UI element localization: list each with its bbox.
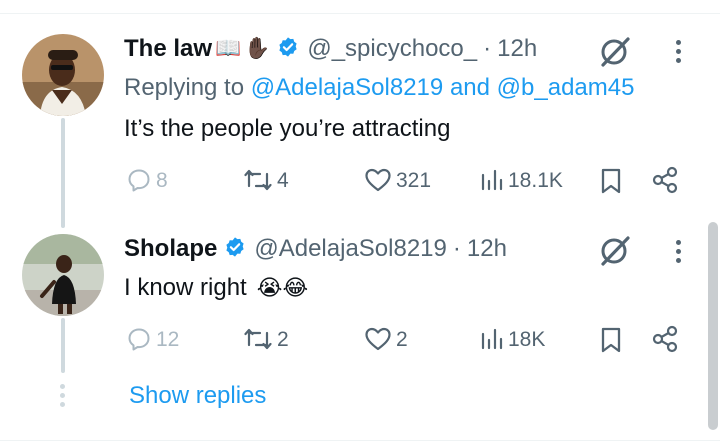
reply-button[interactable]: 8	[126, 167, 168, 193]
scrollbar[interactable]	[708, 222, 718, 430]
view-count: 18K	[508, 327, 546, 351]
tweet-text-content: I know right	[124, 274, 247, 301]
share-button[interactable]	[651, 325, 679, 353]
replying-prefix: Replying to	[124, 74, 245, 101]
more-icon[interactable]	[676, 40, 681, 63]
mention-link[interactable]: @AdelajaSol8219	[251, 74, 444, 101]
display-name[interactable]: Sholape	[124, 235, 217, 263]
user-handle[interactable]: @_spicychoco_	[307, 35, 477, 63]
thread-connector	[61, 318, 65, 373]
user-handle[interactable]: @AdelajaSol8219	[254, 235, 447, 263]
more-icon[interactable]	[676, 240, 681, 263]
like-button[interactable]: 321	[364, 167, 431, 193]
avatar-image	[22, 34, 104, 116]
show-replies-link[interactable]: Show replies	[129, 382, 266, 410]
heart-icon	[365, 168, 391, 192]
share-icon	[652, 166, 678, 194]
retweet-icon	[244, 169, 272, 191]
reply-count: 12	[156, 327, 180, 351]
thread-connector	[61, 118, 65, 228]
reply-count: 8	[156, 168, 168, 192]
separator-dot: ·	[483, 35, 492, 62]
retweet-count: 4	[277, 168, 289, 192]
bottom-divider	[0, 440, 720, 441]
separator-dot: ·	[452, 235, 461, 262]
replying-to: Replying to @AdelajaSol8219 and @b_adam4…	[124, 74, 634, 102]
tweet-text: I know right 😭 😂	[124, 274, 308, 302]
bookmark-icon	[601, 168, 621, 194]
crying-emoji: 😭	[256, 275, 283, 300]
tweet-header: The law 📖 ✋🏿 @_spicychoco_ · 12h	[124, 35, 537, 63]
retweet-icon	[244, 328, 272, 350]
share-button[interactable]	[651, 166, 679, 194]
book-emoji: 📖	[215, 37, 242, 60]
avatar[interactable]	[22, 234, 104, 316]
like-button[interactable]: 2	[364, 326, 408, 352]
reply-button[interactable]: 12	[126, 326, 179, 352]
grok-icon[interactable]	[598, 234, 632, 273]
tweet-text-content: It’s the people you’re attracting	[124, 115, 451, 142]
retweet-button[interactable]: 4	[243, 167, 289, 193]
verified-badge-icon	[224, 236, 246, 263]
reply-icon	[128, 328, 150, 351]
retweet-button[interactable]: 2	[243, 326, 289, 352]
replying-joiner: and	[449, 74, 490, 101]
tweet-header: Sholape @AdelajaSol8219 · 12h	[124, 235, 507, 263]
share-icon	[652, 325, 678, 353]
view-count: 18.1K	[508, 168, 563, 192]
laughing-emoji: 😂	[282, 275, 309, 300]
avatar-image	[22, 234, 104, 316]
views-button[interactable]: 18.1K	[480, 167, 563, 193]
mention-link[interactable]: @b_adam45	[497, 74, 635, 101]
bookmark-button[interactable]	[599, 167, 623, 195]
timestamp[interactable]: 12h	[467, 235, 507, 263]
like-count: 2	[396, 327, 408, 351]
thread-continuation-icon	[60, 384, 65, 407]
top-divider	[0, 0, 720, 14]
retweet-count: 2	[277, 327, 289, 351]
timestamp[interactable]: 12h	[497, 35, 537, 63]
avatar[interactable]	[22, 34, 104, 116]
bookmark-button[interactable]	[599, 326, 623, 354]
raised-hand-emoji: ✋🏿	[244, 37, 271, 60]
grok-icon[interactable]	[598, 35, 632, 74]
views-icon	[481, 328, 503, 350]
display-name[interactable]: The law	[124, 35, 212, 63]
reply-icon	[128, 169, 150, 192]
bookmark-icon	[601, 327, 621, 353]
like-count: 321	[396, 168, 432, 192]
tweet-text: It’s the people you’re attracting	[124, 115, 450, 143]
heart-icon	[365, 327, 391, 351]
views-icon	[481, 169, 503, 191]
views-button[interactable]: 18K	[480, 326, 545, 352]
verified-badge-icon	[277, 36, 299, 63]
